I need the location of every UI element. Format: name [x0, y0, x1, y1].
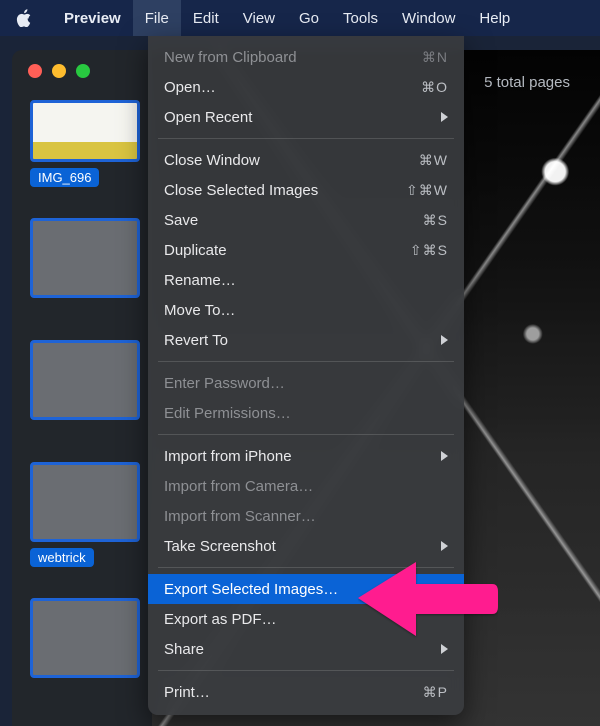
menu-shortcut: ⌘N — [422, 49, 448, 66]
fullscreen-icon[interactable] — [76, 64, 90, 78]
menu-item-export-selected-images[interactable]: Export Selected Images… — [148, 574, 464, 604]
menu-shortcut: ⇧⌘W — [406, 182, 448, 199]
apple-logo-icon[interactable] — [16, 9, 32, 27]
chevron-right-icon — [441, 112, 448, 122]
thumbnail[interactable] — [30, 462, 140, 542]
menubar-item-help[interactable]: Help — [467, 0, 522, 36]
menu-item-label: Import from iPhone — [164, 448, 441, 465]
menubar: Preview File Edit View Go Tools Window H… — [0, 0, 600, 36]
menu-item-save[interactable]: Save⌘S — [148, 205, 464, 235]
menu-separator — [158, 138, 454, 139]
menu-item-label: Close Window — [164, 152, 419, 169]
menu-shortcut: ⌘O — [421, 79, 448, 96]
menu-item-label: Open Recent — [164, 109, 441, 126]
menu-item-enter-password: Enter Password… — [148, 368, 464, 398]
menu-item-label: Import from Scanner… — [164, 508, 448, 525]
menu-item-rename[interactable]: Rename… — [148, 265, 464, 295]
menu-item-label: Enter Password… — [164, 375, 448, 392]
menu-item-label: Close Selected Images — [164, 182, 406, 199]
menu-item-import-from-iphone[interactable]: Import from iPhone — [148, 441, 464, 471]
menu-item-move-to[interactable]: Move To… — [148, 295, 464, 325]
menubar-item-window[interactable]: Window — [390, 0, 467, 36]
menu-item-label: Export Selected Images… — [164, 581, 448, 598]
menubar-item-edit[interactable]: Edit — [181, 0, 231, 36]
menu-item-label: Rename… — [164, 272, 448, 289]
menu-item-close-window[interactable]: Close Window⌘W — [148, 145, 464, 175]
menu-item-import-from-scanner: Import from Scanner… — [148, 501, 464, 531]
menu-item-label: Take Screenshot — [164, 538, 441, 555]
file-menu: New from Clipboard⌘NOpen…⌘OOpen RecentCl… — [148, 36, 464, 715]
menu-item-export-as-pdf[interactable]: Export as PDF… — [148, 604, 464, 634]
menu-item-label: Export as PDF… — [164, 611, 448, 628]
page-count-label: 5 total pages — [484, 74, 570, 91]
menu-item-open-recent[interactable]: Open Recent — [148, 102, 464, 132]
chevron-right-icon — [441, 451, 448, 461]
menu-item-label: Move To… — [164, 302, 448, 319]
menu-item-label: Share — [164, 641, 441, 658]
menu-item-new-from-clipboard: New from Clipboard⌘N — [148, 42, 464, 72]
menu-item-label: Print… — [164, 684, 423, 701]
menu-shortcut: ⌘S — [423, 212, 448, 229]
thumbnail[interactable] — [30, 340, 140, 420]
thumbnail[interactable] — [30, 598, 140, 678]
close-icon[interactable] — [28, 64, 42, 78]
menu-item-label: Revert To — [164, 332, 441, 349]
thumbnail[interactable] — [30, 218, 140, 298]
thumbnail-label: webtrick — [30, 548, 94, 567]
thumbnail-label: IMG_696 — [30, 168, 99, 187]
menu-separator — [158, 567, 454, 568]
menu-item-share[interactable]: Share — [148, 634, 464, 664]
menubar-item-view[interactable]: View — [231, 0, 287, 36]
menu-separator — [158, 361, 454, 362]
chevron-right-icon — [441, 644, 448, 654]
menu-item-close-selected-images[interactable]: Close Selected Images⇧⌘W — [148, 175, 464, 205]
menu-shortcut: ⇧⌘S — [410, 242, 448, 259]
minimize-icon[interactable] — [52, 64, 66, 78]
menu-item-take-screenshot[interactable]: Take Screenshot — [148, 531, 464, 561]
menu-item-print[interactable]: Print…⌘P — [148, 677, 464, 707]
thumbnail[interactable] — [30, 100, 140, 162]
menubar-item-file[interactable]: File — [133, 0, 181, 36]
menu-shortcut: ⌘P — [423, 684, 448, 701]
menu-item-open[interactable]: Open…⌘O — [148, 72, 464, 102]
menu-item-label: Import from Camera… — [164, 478, 448, 495]
menubar-item-tools[interactable]: Tools — [331, 0, 390, 36]
menu-item-edit-permissions: Edit Permissions… — [148, 398, 464, 428]
menu-separator — [158, 434, 454, 435]
menu-item-import-from-camera: Import from Camera… — [148, 471, 464, 501]
thumbnail-sidebar: IMG_696 webtrick — [30, 100, 150, 684]
menu-item-label: Save — [164, 212, 423, 229]
menu-item-label: Edit Permissions… — [164, 405, 448, 422]
menu-item-label: Duplicate — [164, 242, 410, 259]
menu-item-label: New from Clipboard — [164, 49, 422, 66]
chevron-right-icon — [441, 541, 448, 551]
chevron-right-icon — [441, 335, 448, 345]
window-controls — [28, 64, 90, 78]
menu-item-revert-to[interactable]: Revert To — [148, 325, 464, 355]
menu-shortcut: ⌘W — [419, 152, 448, 169]
menu-item-duplicate[interactable]: Duplicate⇧⌘S — [148, 235, 464, 265]
menu-item-label: Open… — [164, 79, 421, 96]
menubar-app-name[interactable]: Preview — [52, 0, 133, 36]
menubar-item-go[interactable]: Go — [287, 0, 331, 36]
menu-separator — [158, 670, 454, 671]
